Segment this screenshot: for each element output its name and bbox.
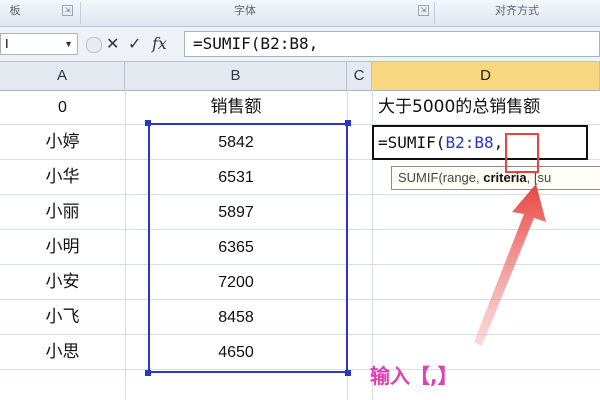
arrow-icon [474, 184, 546, 346]
arrow-overlay [474, 184, 546, 346]
